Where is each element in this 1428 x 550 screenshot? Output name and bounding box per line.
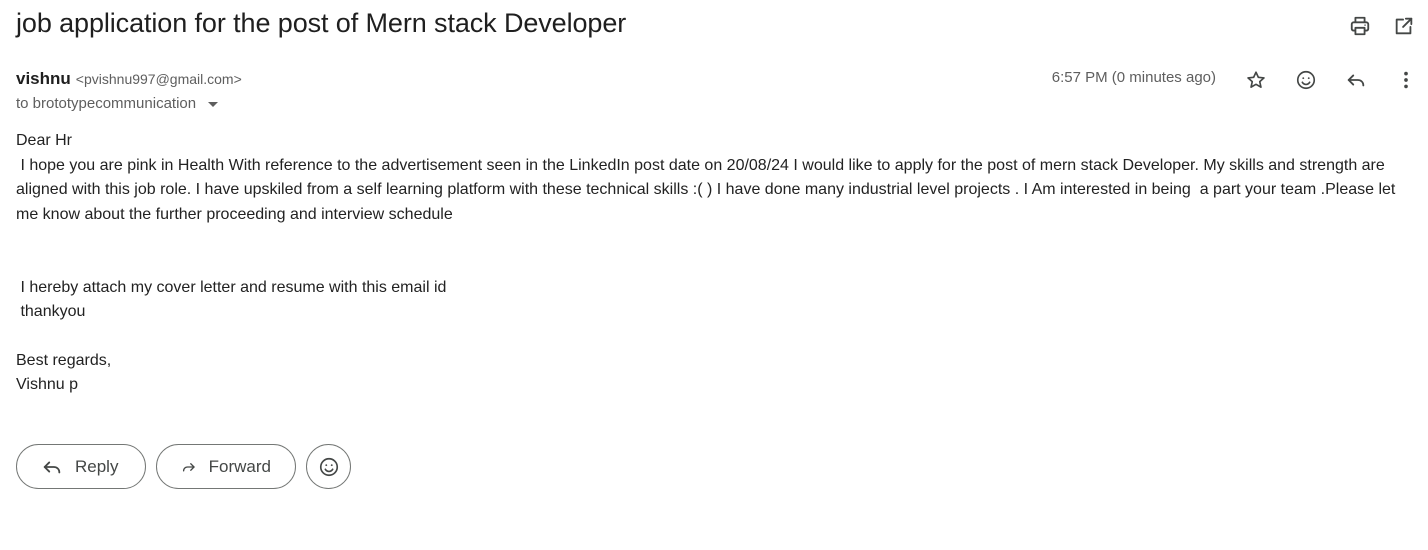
body-thanks: thankyou (16, 303, 86, 320)
top-action-bar (1348, 14, 1416, 38)
forward-icon (182, 462, 195, 472)
reply-actions: Reply Forward (16, 444, 351, 489)
star-icon[interactable] (1244, 68, 1268, 92)
body-greeting: Dear Hr (16, 132, 73, 149)
body-signature: Vishnu p (16, 376, 78, 393)
recipient-label: to brototypecommunication (16, 95, 197, 112)
message-timestamp: 6:57 PM (0 minutes ago) (1051, 69, 1216, 86)
sender-name[interactable]: vishnu (16, 69, 71, 89)
print-icon[interactable] (1348, 14, 1372, 38)
sender-line: vishnu <pvishnu997@gmail.com> (16, 69, 242, 89)
show-details-chevron-down-icon[interactable] (208, 102, 219, 107)
forward-button-label: Forward (208, 456, 271, 476)
emoji-reaction-button[interactable] (306, 444, 351, 489)
more-vert-icon[interactable] (1394, 68, 1418, 92)
smiley-icon (319, 457, 338, 476)
reply-button[interactable]: Reply (16, 444, 146, 489)
add-reaction-smiley-icon[interactable] (1294, 68, 1318, 92)
email-body: Dear Hr I hope you are pink in Health Wi… (16, 129, 1412, 398)
body-attach-line: I hereby attach my cover letter and resu… (16, 278, 447, 296)
body-paragraph: I hope you are pink in Health With refer… (16, 156, 1400, 223)
reply-icon[interactable] (1344, 68, 1368, 92)
sender-email: <pvishnu997@gmail.com> (75, 71, 242, 87)
body-closing: Best regards, (16, 351, 112, 369)
reply-icon (43, 461, 61, 473)
message-action-bar (1244, 68, 1418, 92)
email-subject: job application for the post of Mern sta… (16, 8, 627, 38)
recipient-line: to brototypecommunication (16, 95, 219, 112)
reply-button-label: Reply (75, 456, 119, 476)
forward-button[interactable]: Forward (156, 444, 296, 489)
open-in-new-icon[interactable] (1392, 14, 1416, 38)
